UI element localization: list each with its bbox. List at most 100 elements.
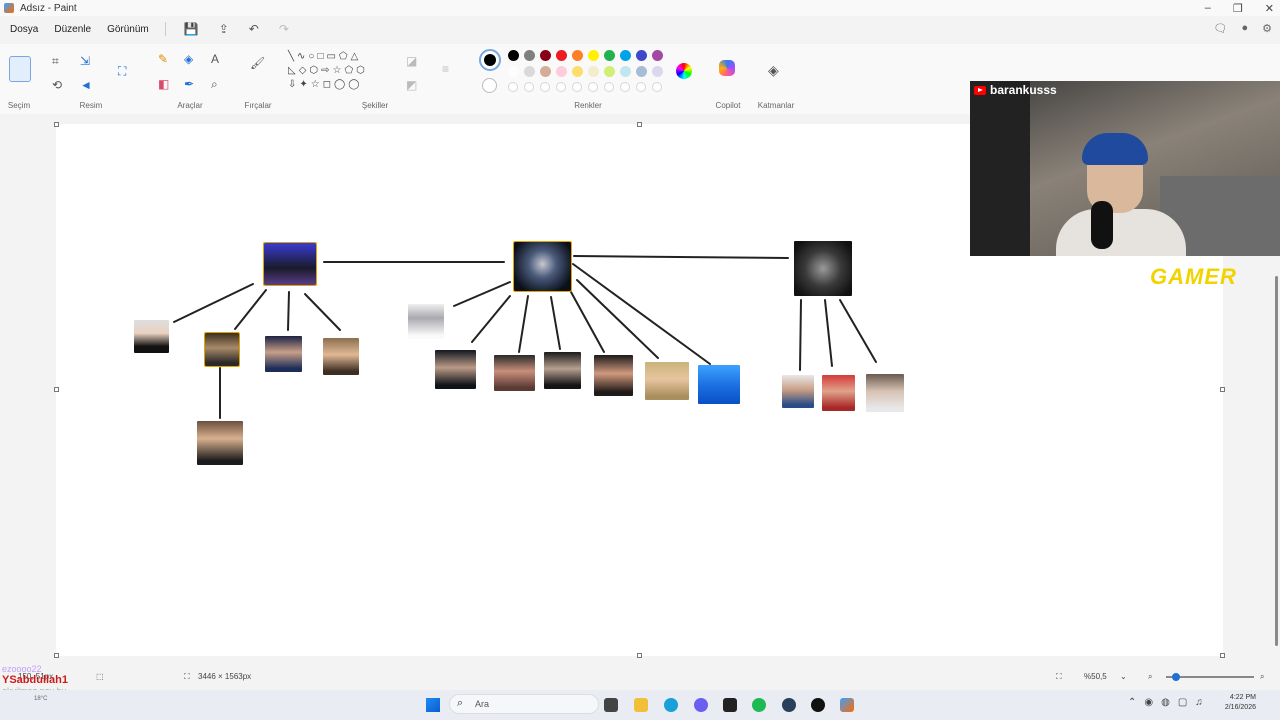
menu-view[interactable]: Görünüm xyxy=(101,21,155,38)
canvas-handle-bottom-right[interactable] xyxy=(1220,653,1225,658)
vertical-scrollbar[interactable] xyxy=(1275,276,1278,646)
zoom-dropdown-icon[interactable]: ⌄ xyxy=(1120,672,1127,681)
photo-node-child[interactable] xyxy=(265,336,302,372)
palette-color-swatch[interactable] xyxy=(636,50,647,61)
taskbar-clock[interactable]: 4:22 PM 2/16/2026 xyxy=(1225,693,1256,713)
spotify-icon[interactable] xyxy=(752,698,766,712)
folder-icon[interactable] xyxy=(634,698,648,712)
feedback-icon[interactable]: 🗨 xyxy=(1214,22,1228,35)
account-icon[interactable]: ● xyxy=(1241,22,1248,35)
custom-color-slot[interactable] xyxy=(636,82,646,92)
start-icon[interactable] xyxy=(426,698,440,712)
canvas-handle-top[interactable] xyxy=(637,122,642,127)
custom-color-slot[interactable] xyxy=(572,82,582,92)
photo-node-center-root[interactable] xyxy=(513,241,572,292)
custom-color-slot[interactable] xyxy=(508,82,518,92)
custom-color-slot[interactable] xyxy=(588,82,598,92)
paint-taskbar-icon[interactable] xyxy=(840,698,854,712)
photo-node-child[interactable] xyxy=(782,375,814,408)
color-picker-icon[interactable]: ✒ xyxy=(184,77,194,91)
canvas-handle-left[interactable] xyxy=(54,387,59,392)
primary-color-swatch[interactable] xyxy=(479,49,501,71)
fill-icon[interactable]: ◈ xyxy=(184,52,193,66)
palette-color-swatch[interactable] xyxy=(524,66,535,77)
photo-node-child[interactable] xyxy=(698,365,740,404)
brush-icon[interactable]: 🖌 xyxy=(250,56,265,70)
layers-icon[interactable]: ◈ xyxy=(768,62,779,79)
zoom-in-icon[interactable]: ⌕ xyxy=(1260,672,1264,682)
edit-colors-icon[interactable] xyxy=(676,63,692,79)
text-tool-icon[interactable]: A xyxy=(211,52,219,66)
palette-color-swatch[interactable] xyxy=(604,50,615,61)
canvas-handle-top-left[interactable] xyxy=(54,122,59,127)
taskbar-search[interactable] xyxy=(449,694,599,714)
discord-icon[interactable] xyxy=(694,698,708,712)
custom-color-slot[interactable] xyxy=(604,82,614,92)
photo-node-child[interactable] xyxy=(544,352,581,389)
size-icon[interactable]: ≡ xyxy=(442,62,449,76)
eraser-icon[interactable]: ◧ xyxy=(158,77,169,91)
zoom-out-icon[interactable]: ⌕ xyxy=(1148,672,1152,682)
photo-node-child[interactable] xyxy=(323,338,359,375)
select-tool-icon[interactable] xyxy=(9,56,31,82)
palette-color-swatch[interactable] xyxy=(620,66,631,77)
recording-icon[interactable] xyxy=(811,698,825,712)
outline-icon[interactable]: ◪ xyxy=(406,54,417,68)
palette-color-swatch[interactable] xyxy=(588,50,599,61)
photo-node-child[interactable] xyxy=(204,332,240,367)
custom-color-slot[interactable] xyxy=(524,82,534,92)
canvas-handle-bottom-left[interactable] xyxy=(54,653,59,658)
palette-color-swatch[interactable] xyxy=(540,50,551,61)
photo-node-child[interactable] xyxy=(408,304,444,339)
photo-node-child[interactable] xyxy=(866,374,904,412)
file-explorer-icon[interactable] xyxy=(604,698,618,712)
palette-color-swatch[interactable] xyxy=(652,50,663,61)
custom-color-slot[interactable] xyxy=(556,82,566,92)
resize-icon[interactable]: ⇲ xyxy=(80,54,90,68)
close-icon[interactable]: ✕ xyxy=(1265,2,1274,15)
palette-color-swatch[interactable] xyxy=(556,66,567,77)
custom-color-slot[interactable] xyxy=(652,82,662,92)
palette-color-swatch[interactable] xyxy=(508,50,519,61)
palette-color-swatch[interactable] xyxy=(556,50,567,61)
steam-icon[interactable] xyxy=(782,698,796,712)
palette-color-swatch[interactable] xyxy=(508,66,519,77)
undo-icon[interactable]: ↶ xyxy=(241,22,267,36)
canvas-handle-right[interactable] xyxy=(1220,387,1225,392)
save-icon[interactable]: 💾 xyxy=(176,22,207,36)
palette-color-swatch[interactable] xyxy=(604,66,615,77)
pencil-icon[interactable]: ✎ xyxy=(158,52,168,66)
share-icon[interactable]: ⇪ xyxy=(211,22,237,36)
edge-icon[interactable] xyxy=(664,698,678,712)
photo-node-child[interactable] xyxy=(822,375,855,411)
photo-node-right-root[interactable] xyxy=(794,241,852,296)
palette-color-swatch[interactable] xyxy=(572,50,583,61)
shapes-gallery[interactable]: ╲∿○□▭⬠△ ◺◇⬡⇨☆⬠⬡ ⇩✦☆◻◯◯ xyxy=(288,50,394,96)
palette-color-swatch[interactable] xyxy=(540,66,551,77)
shape-fill-icon[interactable]: ◩ xyxy=(406,78,417,92)
crop-icon[interactable]: ⌗ xyxy=(52,54,59,69)
palette-color-swatch[interactable] xyxy=(652,66,663,77)
custom-color-slot[interactable] xyxy=(620,82,630,92)
photo-node-child[interactable] xyxy=(594,355,633,396)
menu-edit[interactable]: Düzenle xyxy=(48,21,97,38)
image-select-icon[interactable]: ⛶ xyxy=(118,64,126,79)
custom-color-slot[interactable] xyxy=(540,82,550,92)
minimize-icon[interactable]: – xyxy=(1205,2,1211,14)
redo-icon[interactable]: ↷ xyxy=(271,22,297,36)
maximize-icon[interactable]: ❐ xyxy=(1233,2,1243,15)
settings-icon[interactable]: ⚙ xyxy=(1262,22,1272,35)
photo-node-grandchild[interactable] xyxy=(197,421,243,465)
photo-node-child[interactable] xyxy=(494,355,535,391)
palette-color-swatch[interactable] xyxy=(588,66,599,77)
zoom-slider-thumb[interactable] xyxy=(1172,673,1180,681)
copilot-icon[interactable] xyxy=(719,60,735,76)
palette-color-swatch[interactable] xyxy=(524,50,535,61)
secondary-color-swatch[interactable] xyxy=(482,78,497,93)
palette-color-swatch[interactable] xyxy=(572,66,583,77)
terminal-icon[interactable] xyxy=(723,698,737,712)
rotate-icon[interactable]: ⟲ xyxy=(52,78,62,92)
zoom-value[interactable]: %50,5 xyxy=(1084,672,1107,681)
photo-node-left-root[interactable] xyxy=(263,242,317,286)
photo-node-child[interactable] xyxy=(134,320,169,353)
